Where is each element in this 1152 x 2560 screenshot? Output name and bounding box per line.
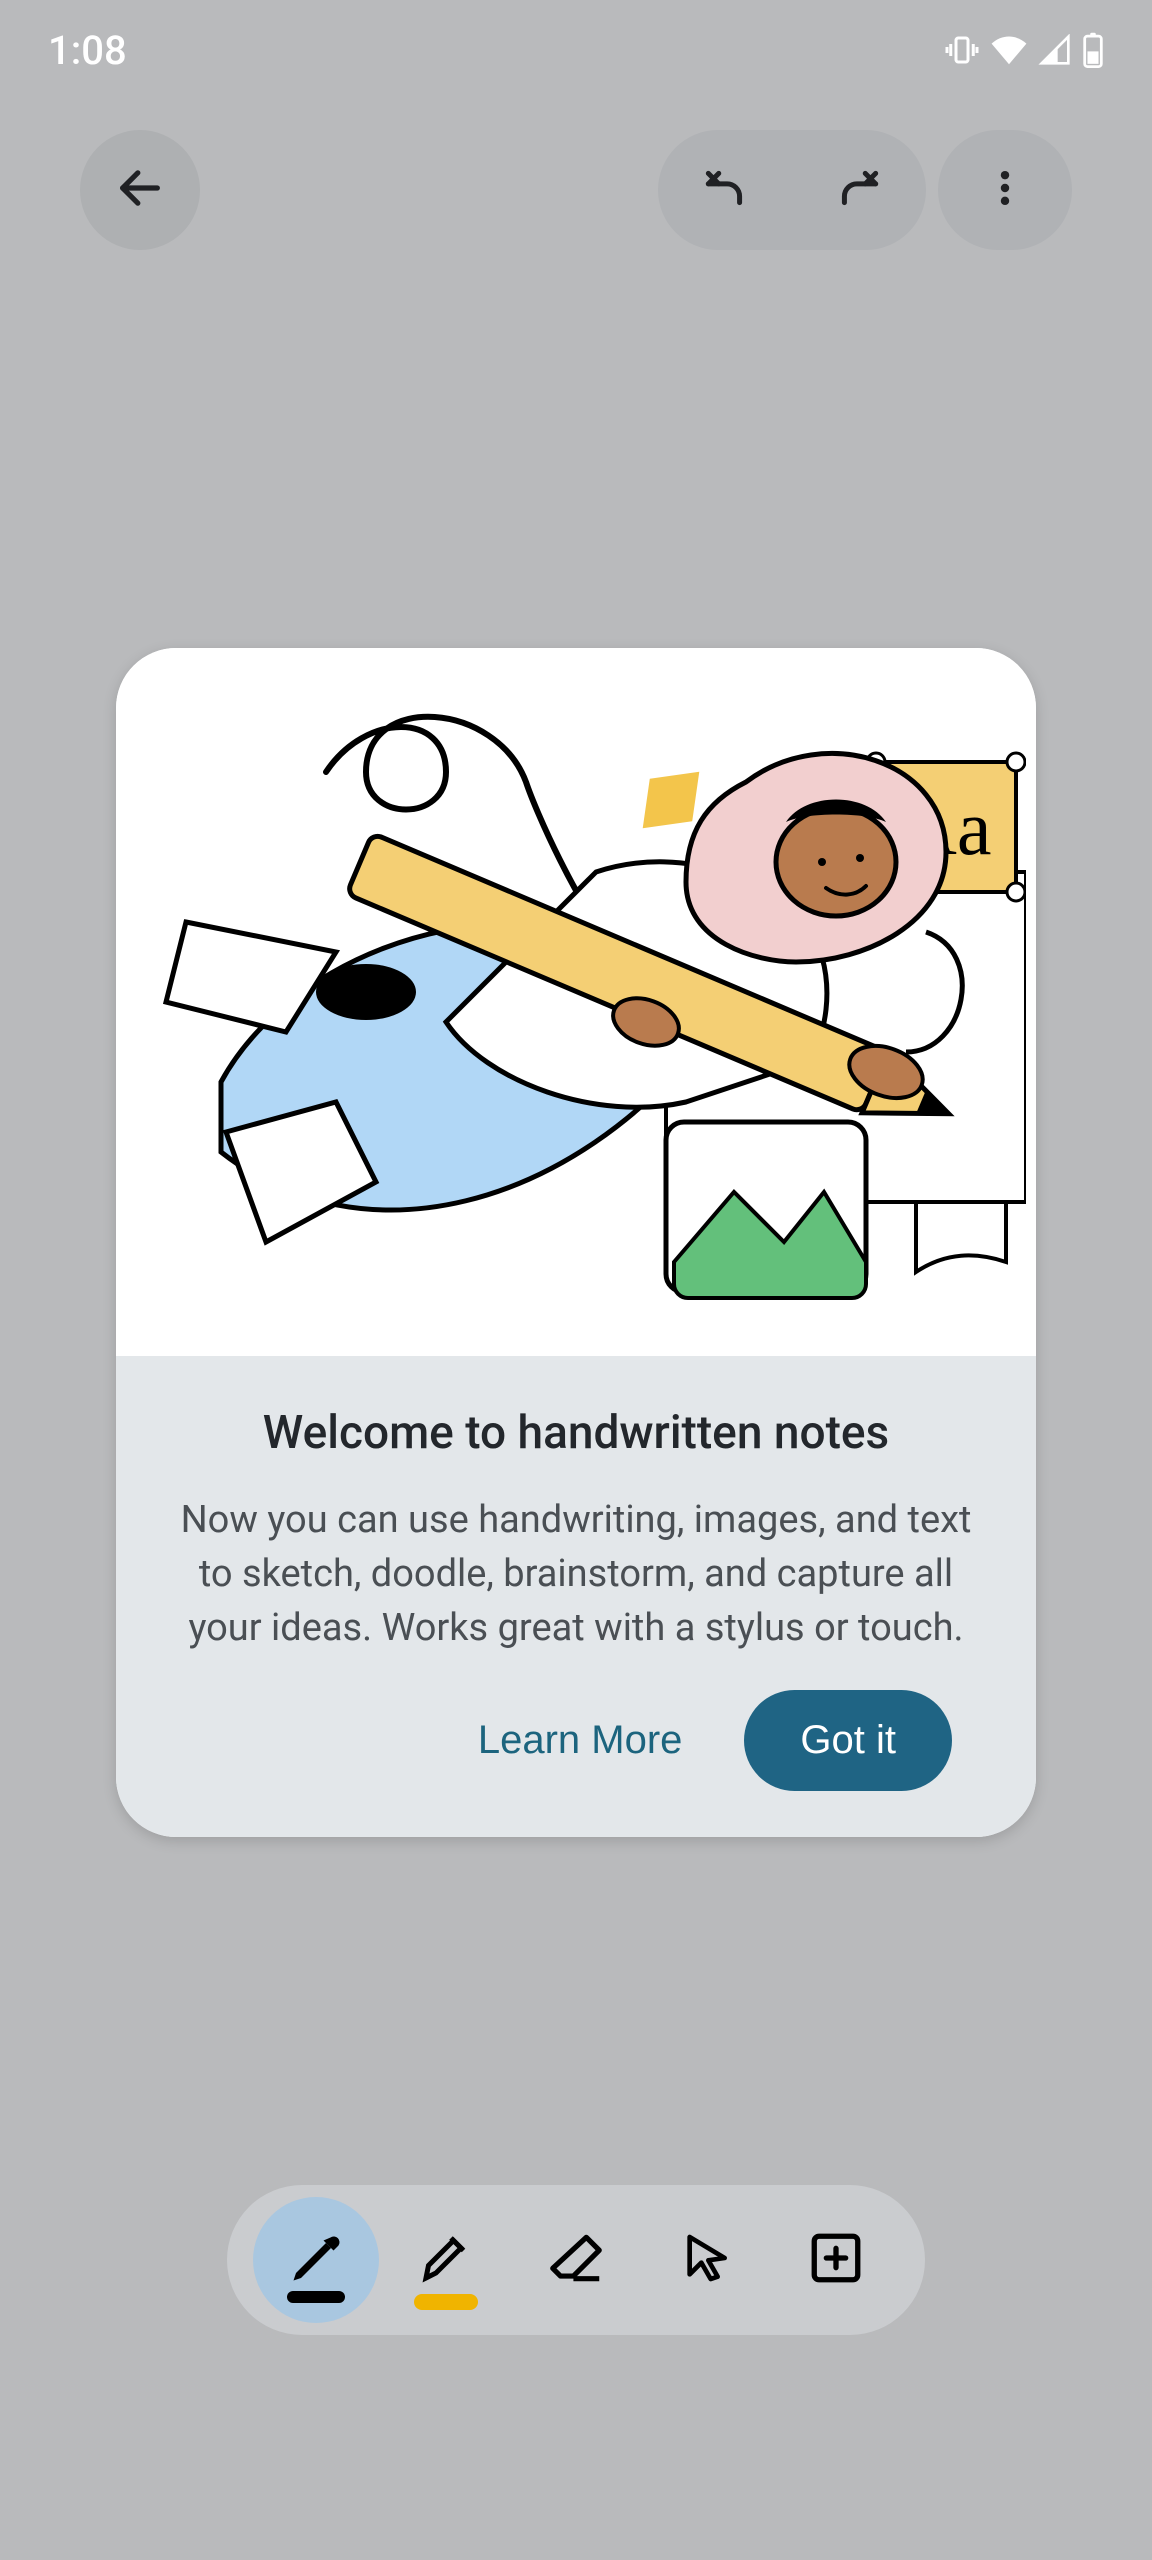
battery-icon xyxy=(1082,32,1104,68)
status-indicators xyxy=(944,32,1104,68)
undo-icon xyxy=(700,163,750,217)
onboarding-illustration: Aa xyxy=(116,648,1036,1356)
onboarding-modal: Aa xyxy=(116,648,1036,1837)
onboarding-title: Welcome to handwritten notes xyxy=(176,1406,976,1460)
onboarding-body: Now you can use handwriting, images, and… xyxy=(176,1494,976,1656)
learn-more-button[interactable]: Learn More xyxy=(460,1708,701,1773)
plus-square-icon xyxy=(807,2229,865,2291)
overflow-menu-button[interactable] xyxy=(938,130,1072,250)
wifi-icon xyxy=(990,34,1028,66)
pen-icon xyxy=(286,2228,346,2292)
highlighter-color-indicator xyxy=(414,2294,478,2310)
status-clock: 1:08 xyxy=(48,27,127,74)
app-header xyxy=(0,130,1152,250)
got-it-button[interactable]: Got it xyxy=(744,1690,952,1791)
pen-tool-button[interactable] xyxy=(253,2197,379,2323)
highlighter-icon xyxy=(416,2228,476,2292)
insert-tool-button[interactable] xyxy=(773,2197,899,2323)
back-arrow-icon xyxy=(114,162,166,218)
redo-icon xyxy=(834,163,884,217)
onboarding-actions: Learn More Got it xyxy=(176,1656,976,1791)
pen-color-indicator xyxy=(287,2291,345,2303)
drawing-toolbar xyxy=(227,2185,925,2335)
status-bar: 1:08 xyxy=(0,0,1152,100)
eraser-tool-button[interactable] xyxy=(513,2197,639,2323)
eraser-icon xyxy=(545,2227,607,2293)
undo-button[interactable] xyxy=(658,130,792,250)
cell-signal-icon xyxy=(1038,34,1072,66)
onboarding-text-section: Welcome to handwritten notes Now you can… xyxy=(116,1356,1036,1837)
back-button[interactable] xyxy=(80,130,200,250)
cursor-arrow-icon xyxy=(678,2230,734,2290)
select-tool-button[interactable] xyxy=(643,2197,769,2323)
more-vertical-icon xyxy=(983,166,1027,214)
vibrate-icon xyxy=(944,32,980,68)
highlighter-tool-button[interactable] xyxy=(383,2197,509,2323)
undo-redo-group xyxy=(658,130,926,250)
redo-button[interactable] xyxy=(792,130,926,250)
